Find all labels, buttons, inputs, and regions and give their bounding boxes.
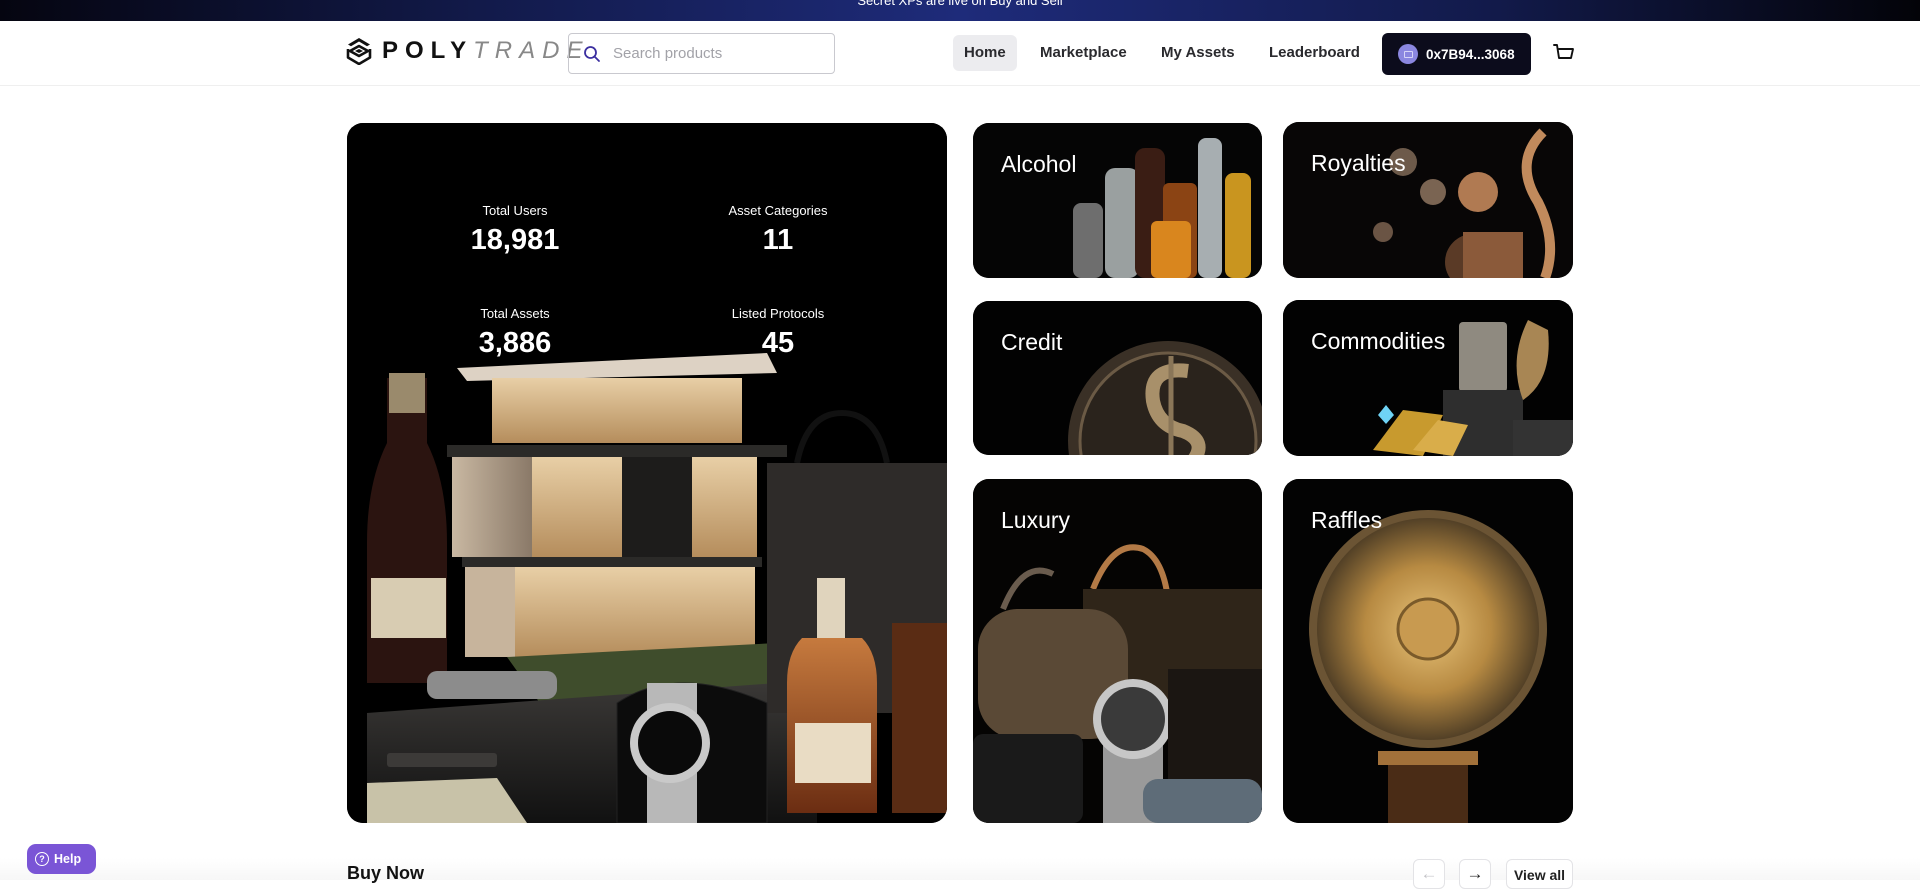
stat-asset-categories: Asset Categories 11	[668, 203, 888, 257]
category-card-raffles[interactable]: Raffles	[1283, 479, 1573, 823]
category-card-luxury[interactable]: Luxury	[973, 479, 1262, 823]
category-label: Raffles	[1311, 507, 1383, 533]
stat-value: 3,886	[478, 327, 552, 359]
nav-my-assets[interactable]: My Assets	[1150, 35, 1246, 71]
main-nav: Home Marketplace My Assets Leaderboard	[0, 35, 1920, 71]
stat-total-users: Total Users 18,981	[405, 203, 625, 257]
stat-value: 18,981	[470, 224, 560, 256]
category-card-credit[interactable]: Credit	[973, 301, 1262, 455]
top-navbar: POLY TRADE Home Marketplace My Assets Le…	[0, 21, 1920, 86]
section-divider	[0, 858, 1920, 880]
category-card-royalties[interactable]: Royalties	[1283, 122, 1573, 278]
stat-label: Total Assets	[480, 306, 550, 321]
wallet-icon	[1398, 44, 1418, 64]
help-label: Help	[54, 852, 82, 866]
category-card-alcohol[interactable]: Alcohol	[973, 123, 1262, 278]
nav-marketplace[interactable]: Marketplace	[1029, 35, 1138, 71]
stat-listed-protocols: Listed Protocols 45	[668, 306, 888, 360]
nav-leaderboard[interactable]: Leaderboard	[1258, 35, 1371, 71]
help-button[interactable]: ? Help	[27, 844, 96, 874]
arrow-left-icon: ←	[1420, 864, 1438, 883]
stat-label: Listed Protocols	[731, 306, 825, 321]
stat-total-assets: Total Assets 3,886	[405, 306, 625, 360]
stat-label: Asset Categories	[728, 203, 828, 218]
alcohol-image	[973, 123, 1262, 278]
stat-label: Total Users	[482, 203, 548, 218]
section-title-buy-now: Buy Now	[347, 863, 425, 883]
hero-stats-card: Total Users 18,981 Asset Categories 11 T…	[347, 123, 947, 823]
category-label: Royalties	[1311, 150, 1406, 176]
question-circle-icon: ?	[35, 852, 49, 866]
category-card-commodities[interactable]: Commodities	[1283, 300, 1573, 456]
nav-home[interactable]: Home	[953, 35, 1017, 71]
category-label: Credit	[1001, 329, 1063, 355]
category-label: Alcohol	[1001, 151, 1077, 177]
commodities-image	[1283, 300, 1573, 456]
stat-value: 45	[761, 327, 795, 359]
wallet-button[interactable]: 0x7B94...3068	[1382, 33, 1531, 75]
next-button[interactable]: →	[1459, 859, 1491, 889]
view-all-button[interactable]: View all	[1506, 859, 1573, 889]
prev-button[interactable]: ←	[1413, 859, 1445, 889]
cart-icon[interactable]	[1552, 41, 1576, 65]
stat-value: 11	[762, 224, 794, 256]
royalties-image	[1283, 122, 1573, 278]
category-label: Luxury	[1001, 507, 1071, 533]
credit-image	[973, 301, 1262, 455]
arrow-right-icon: →	[1466, 864, 1484, 883]
wallet-address: 0x7B94...3068	[1426, 46, 1515, 62]
category-label: Commodities	[1311, 328, 1446, 354]
promo-banner[interactable]: Secret XPs are live on Buy and Sell	[0, 0, 1920, 21]
